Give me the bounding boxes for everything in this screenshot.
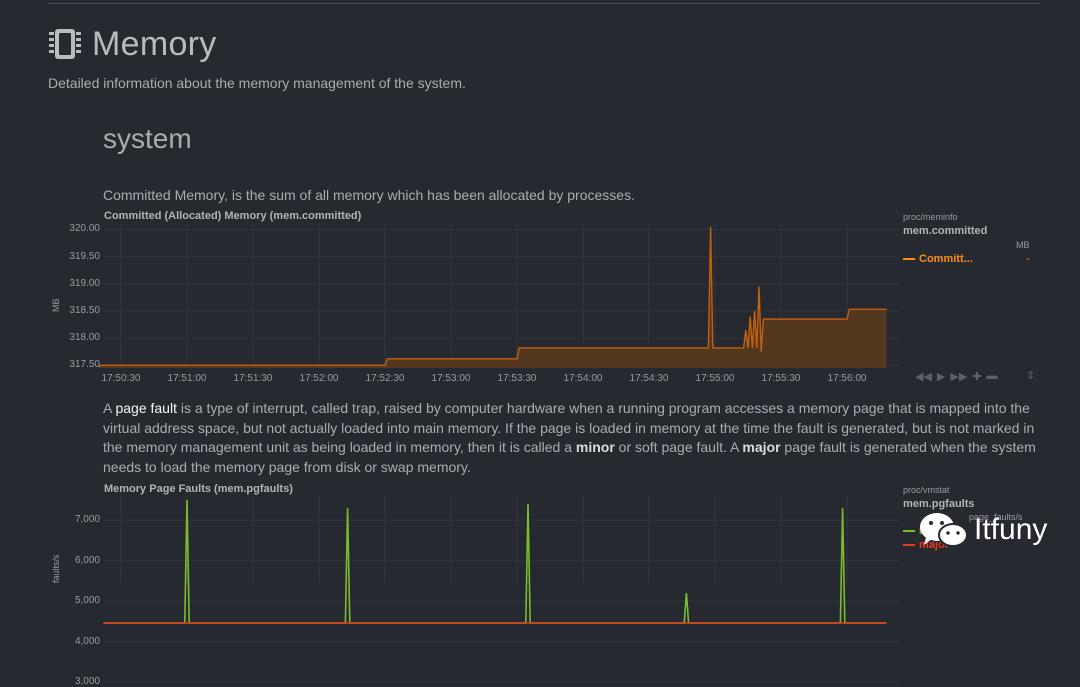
x-tick-label: 17:51:30 [223,373,283,384]
x-tick-label: 17:53:30 [487,373,547,384]
y-tick-label: 6,000 [48,555,100,566]
pan-left-icon[interactable]: ◀◀ [915,370,932,383]
pgfaults-chart-plot[interactable] [104,496,898,583]
pgfaults-legend-chart: mem.pgfaults [903,498,975,510]
legend-dimension-label: Committ... [919,253,973,265]
x-tick-label: 17:53:00 [421,373,481,384]
legend-dimension-committed[interactable]: Committ... [903,253,973,265]
major-term: major [742,439,780,455]
text-segment: or soft page fault. A [615,439,743,455]
legend-dimension-value: - [1026,253,1030,265]
play-icon[interactable]: ▶ [937,370,945,383]
section-title: system [103,123,192,155]
x-tick-label: 17:56:00 [817,373,877,384]
page-title: Memory [92,25,217,64]
y-tick-label: 317.50 [48,359,100,370]
page-fault-term: page fault [115,400,177,416]
y-tick-label: 5,000 [48,595,100,606]
committed-legend-source: proc/meminfo [903,212,958,222]
y-tick-label: 3,000 [48,676,100,687]
watermark-brand: Itfuny [974,513,1047,547]
zoom-out-icon[interactable]: ▬ [987,370,998,383]
y-tick-label: 320.00 [48,223,100,234]
x-tick-label: 17:54:00 [553,373,613,384]
page-fault-description: A page fault is a type of interrupt, cal… [103,399,1048,477]
x-tick-label: 17:54:30 [619,373,679,384]
y-tick-label: 318.00 [48,332,100,343]
committed-chart-plot[interactable] [104,224,898,368]
x-tick-label: 17:55:00 [685,373,745,384]
pan-right-icon[interactable]: ▶▶ [950,370,967,383]
page-header: Memory [48,24,217,64]
y-tick-label: 319.00 [48,278,100,289]
page-description: Detailed information about the memory ma… [48,75,466,91]
x-tick-label: 17:52:30 [355,373,415,384]
memory-chip-icon [48,27,82,61]
resize-handle-icon[interactable]: ⇕ [1026,369,1035,382]
y-tick-label: 318.50 [48,305,100,316]
chart-toolbar: ◀◀ ▶ ▶▶ ✚ ▬ [915,370,998,383]
watermark: Itfuny [918,510,1047,550]
text-segment: A [103,400,115,416]
minor-term: minor [576,439,615,455]
wechat-logo-icon [918,510,970,550]
y-tick-label: 7,000 [48,514,100,525]
x-tick-label: 17:52:00 [289,373,349,384]
committed-legend-unit: MB [1016,240,1030,250]
x-tick-label: 17:55:30 [751,373,811,384]
x-tick-label: 17:50:30 [91,373,151,384]
top-divider [48,3,1040,4]
x-tick-label: 17:51:00 [157,373,217,384]
zoom-in-icon[interactable]: ✚ [972,370,981,383]
y-tick-label: 4,000 [48,636,100,647]
pgfaults-legend-source: proc/vmstat [903,485,950,495]
legend-swatch [903,258,915,260]
legend-swatch [903,530,915,532]
committed-description: Committed Memory, is the sum of all memo… [103,187,635,203]
pgfaults-chart-title: Memory Page Faults (mem.pgfaults) [104,483,293,495]
legend-swatch [903,544,915,546]
plot-background [104,496,898,583]
committed-legend-chart: mem.committed [903,225,987,237]
y-tick-label: 319.50 [48,251,100,262]
committed-chart-title: Committed (Allocated) Memory (mem.commit… [104,210,361,222]
